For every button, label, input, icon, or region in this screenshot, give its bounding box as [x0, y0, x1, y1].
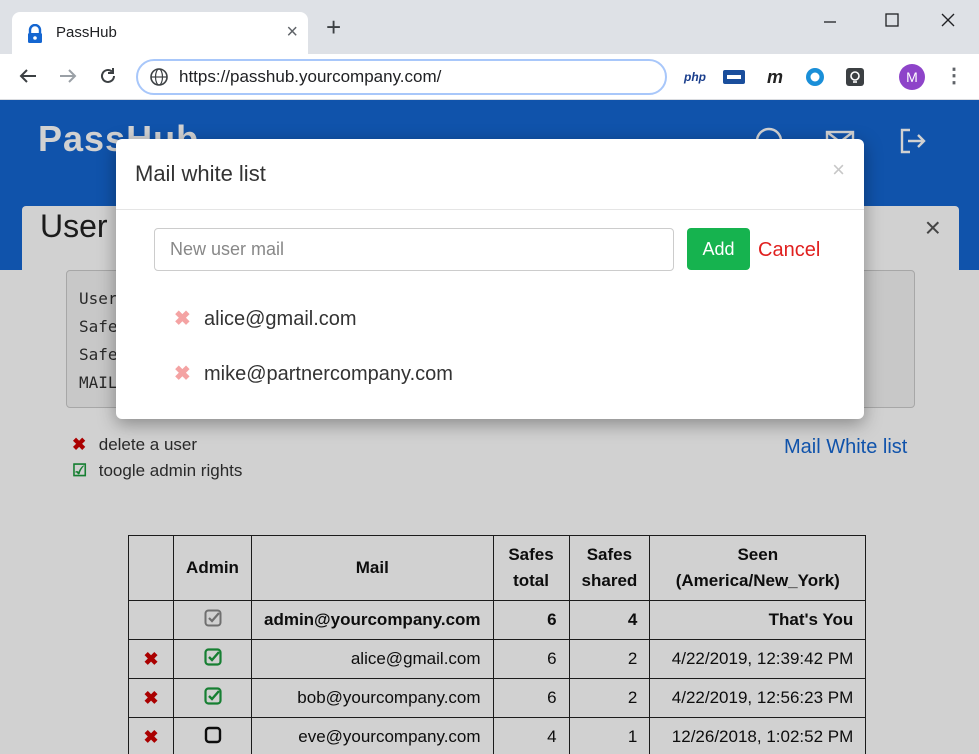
- lightbulb-icon[interactable]: [844, 66, 866, 88]
- tab-close-icon[interactable]: ×: [286, 21, 298, 44]
- maximize-icon[interactable]: [884, 12, 900, 28]
- whitelist-item: ✖ mike@partnercompany.com: [174, 361, 453, 386]
- m-icon[interactable]: m: [764, 66, 786, 88]
- modal-header: Mail white list ×: [116, 139, 864, 210]
- modal-title: Mail white list: [135, 161, 266, 186]
- remove-entry-icon[interactable]: ✖: [174, 306, 204, 331]
- browser-tab[interactable]: PassHub ×: [12, 12, 308, 54]
- circle-icon[interactable]: [804, 66, 826, 88]
- reload-icon[interactable]: [98, 66, 118, 86]
- password-icon[interactable]: [723, 66, 745, 88]
- whitelist-email: alice@gmail.com: [204, 308, 357, 330]
- mail-white-list-modal: Mail white list × Add Cancel ✖alice@gmai…: [116, 139, 864, 419]
- modal-close-icon[interactable]: ×: [832, 157, 845, 183]
- browser-tab-bar: PassHub × +: [0, 0, 979, 54]
- url-text: https://passhub.yourcompany.com/: [179, 67, 442, 86]
- new-user-mail-input[interactable]: [154, 228, 674, 271]
- profile-avatar[interactable]: M: [899, 64, 925, 90]
- browser-menu-icon[interactable]: ⋮: [944, 64, 964, 88]
- close-window-icon[interactable]: [940, 12, 956, 28]
- remove-entry-icon[interactable]: ✖: [174, 361, 204, 386]
- address-bar[interactable]: https://passhub.yourcompany.com/: [136, 59, 667, 95]
- minimize-icon[interactable]: [822, 14, 838, 30]
- browser-toolbar: https://passhub.yourcompany.com/ php m: [0, 54, 979, 100]
- whitelist-email: mike@partnercompany.com: [204, 363, 453, 385]
- new-tab-button[interactable]: +: [326, 14, 341, 40]
- globe-icon: [150, 68, 168, 86]
- back-arrow-icon[interactable]: [18, 66, 38, 86]
- php-icon[interactable]: php: [684, 66, 706, 88]
- add-button[interactable]: Add: [687, 228, 750, 270]
- whitelist-item: ✖ alice@gmail.com: [174, 306, 357, 331]
- tab-title: PassHub: [56, 24, 117, 41]
- lock-icon: [28, 24, 42, 43]
- forward-arrow-icon[interactable]: [58, 66, 78, 86]
- cancel-button[interactable]: Cancel: [758, 239, 820, 262]
